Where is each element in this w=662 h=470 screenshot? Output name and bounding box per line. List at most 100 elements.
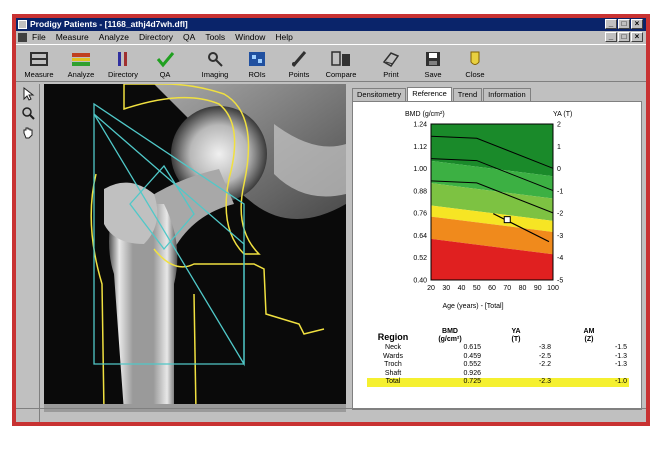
compare-label: Compare xyxy=(325,70,357,79)
y-tick-left: 1.12 xyxy=(413,144,427,151)
menu-tools[interactable]: Tools xyxy=(205,31,225,44)
minimize-button[interactable]: _ xyxy=(605,19,617,29)
ya-cell xyxy=(481,370,551,379)
am-cell: -1.0 xyxy=(614,378,627,385)
pointer-icon[interactable] xyxy=(19,86,37,103)
am-cell: -1.3 xyxy=(614,361,627,368)
table-row: Neck 0.615 -3.8 -1.5 xyxy=(367,344,629,353)
y-tick-right: 2 xyxy=(557,122,561,129)
menu-help[interactable]: Help xyxy=(275,31,292,44)
print-icon xyxy=(381,50,401,68)
analyze-icon xyxy=(71,50,91,68)
y-tick-right: -5 xyxy=(557,278,563,285)
qa-label: QA xyxy=(159,70,171,79)
y-tick-left: 0.76 xyxy=(413,211,427,218)
points-button[interactable]: Points xyxy=(278,45,320,81)
directory-label: Directory xyxy=(107,70,138,79)
ya-cell: -2.2 xyxy=(538,361,551,368)
menu-analyze[interactable]: Analyze xyxy=(99,31,129,44)
results-pane: Densitometry Reference Trend Information… xyxy=(350,84,646,412)
app-icon xyxy=(18,20,27,29)
menu-window[interactable]: Window xyxy=(235,31,265,44)
y-tick-right: 1 xyxy=(557,144,561,151)
measure-icon xyxy=(29,50,49,68)
doc-restore-button[interactable]: □ xyxy=(618,32,630,42)
ya-cell: -2.3 xyxy=(538,378,551,385)
document-icon[interactable] xyxy=(18,33,27,42)
x-tick: 30 xyxy=(442,285,450,292)
femur-scan xyxy=(44,84,346,412)
menu-qa[interactable]: QA xyxy=(183,31,195,44)
rois-icon xyxy=(247,50,267,68)
table-row: Troch 0.552 -2.2 -1.3 xyxy=(367,361,629,370)
x-tick: 60 xyxy=(488,285,496,292)
pan-hand-icon[interactable] xyxy=(19,125,37,141)
results-table: Region BMD (g/cm²) YA (T) AM (Z) Neck 0.6… xyxy=(367,324,629,387)
y-tick-right: 0 xyxy=(557,166,561,173)
tab-reference[interactable]: Reference xyxy=(407,87,452,101)
compare-button[interactable]: Compare xyxy=(320,45,362,81)
x-tick: 100 xyxy=(547,285,559,292)
y-tick-right: -2 xyxy=(557,211,563,218)
tab-trend[interactable]: Trend xyxy=(452,88,483,101)
doc-minimize-button[interactable]: _ xyxy=(605,32,617,42)
directory-button[interactable]: Directory xyxy=(102,45,144,81)
ya-cell: -3.8 xyxy=(538,344,551,351)
analyze-label: Analyze xyxy=(67,70,95,79)
am-cell xyxy=(551,370,629,379)
title-bar: Prodigy Patients - [1168_athj4d7wh.dfl] … xyxy=(16,18,646,31)
ya-cell: -2.5 xyxy=(538,352,551,360)
menu-file[interactable]: File xyxy=(32,31,46,44)
x-tick: 20 xyxy=(427,285,435,292)
save-button[interactable]: Save xyxy=(412,45,454,81)
header-region: Region xyxy=(377,332,409,342)
compare-icon xyxy=(331,50,351,68)
am-cell: -1.5 xyxy=(614,344,627,351)
measure-button[interactable]: Measure xyxy=(18,45,60,81)
y-tick-left: 0.64 xyxy=(413,233,427,240)
rois-button[interactable]: ROIs xyxy=(236,45,278,81)
bmd-cell: 0.552 xyxy=(463,361,481,368)
window-title: Prodigy Patients - [1168_athj4d7wh.dfl] xyxy=(30,19,188,29)
x-tick: 90 xyxy=(534,285,542,292)
qa-check-icon xyxy=(155,50,175,68)
table-row: Shaft 0.926 xyxy=(367,370,629,379)
application-window: Prodigy Patients - [1168_athj4d7wh.dfl] … xyxy=(12,14,650,426)
header-bmd: BMD (g/cm²) xyxy=(438,328,462,343)
menu-measure[interactable]: Measure xyxy=(56,31,89,44)
toolbar: Measure Analyze Directory QA Imaging ROI… xyxy=(16,44,646,82)
imaging-button[interactable]: Imaging xyxy=(194,45,236,81)
qa-button[interactable]: QA xyxy=(144,45,186,81)
print-button[interactable]: Print xyxy=(370,45,412,81)
close-button[interactable]: Close xyxy=(454,45,496,81)
tab-information[interactable]: Information xyxy=(483,88,531,101)
am-cell: -1.3 xyxy=(614,352,627,360)
maximize-button[interactable]: □ xyxy=(618,19,630,29)
measure-label: Measure xyxy=(24,70,54,79)
region-cell: Troch xyxy=(384,361,402,368)
bmd-cell: 0.459 xyxy=(463,352,481,360)
dxa-hip-image[interactable] xyxy=(44,84,346,412)
tab-densitometry[interactable]: Densitometry xyxy=(352,88,407,101)
x-tick: 50 xyxy=(473,285,481,292)
window-controls: _ □ × xyxy=(605,19,643,29)
y-tick-right: -3 xyxy=(557,233,563,240)
y-tick-right: -1 xyxy=(557,188,563,195)
close-window-button[interactable]: × xyxy=(631,19,643,29)
y-tick-left: 0.88 xyxy=(413,188,427,195)
analyze-button[interactable]: Analyze xyxy=(60,45,102,81)
doc-close-button[interactable]: × xyxy=(631,32,643,42)
save-icon xyxy=(423,50,443,68)
menu-directory[interactable]: Directory xyxy=(139,31,173,44)
close-label: Close xyxy=(465,70,485,79)
results-tabs: Densitometry Reference Trend Information xyxy=(352,87,532,101)
zoom-icon[interactable] xyxy=(19,106,37,122)
header-ya: YA (T) xyxy=(511,328,521,343)
x-axis-label: Age (years) - [Total] xyxy=(442,303,503,310)
y-tick-left: 0.52 xyxy=(413,255,427,262)
y-axis-right-label: YA (T) xyxy=(553,111,572,118)
directory-icon xyxy=(113,50,133,68)
table-row: Wards 0.459 -2.5 -1.3 xyxy=(367,353,629,362)
print-label: Print xyxy=(383,70,399,79)
reference-panel: 1.24 1.12 1.00 0.88 0.76 0.64 0.52 0.40 2 1 0 -1 -2 -… xyxy=(352,101,642,410)
